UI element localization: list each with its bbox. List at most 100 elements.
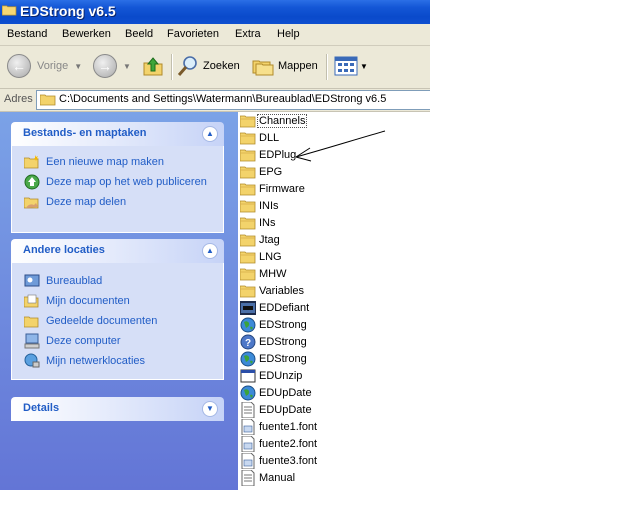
file-name: LNG — [259, 250, 282, 263]
file-name: Channels — [256, 113, 308, 128]
toolbar-separator — [326, 54, 328, 80]
file-item[interactable]: fuente2.font — [240, 435, 318, 452]
place-label: Deze computer — [46, 335, 121, 347]
file-tasks-panel: Bestands- en maptaken ▲ Een nieuwe map m… — [11, 122, 224, 233]
file-name: fuente2.font — [259, 437, 318, 450]
panel-title: Andere locaties — [23, 244, 105, 256]
file-item[interactable]: INIs — [240, 197, 280, 214]
up-folder-button[interactable] — [142, 52, 164, 80]
file-item[interactable]: Jtag — [240, 231, 281, 248]
app-globe-icon — [240, 385, 256, 401]
collapse-chevron-icon[interactable]: ▲ — [202, 243, 218, 259]
task-label: Deze map delen — [46, 196, 127, 208]
address-field[interactable]: C:\Documents and Settings\Watermann\Bure… — [36, 90, 430, 110]
menu-bestand[interactable]: Bestand — [7, 28, 47, 40]
font-file-icon — [240, 452, 256, 469]
views-dropdown-icon[interactable]: ▼ — [360, 62, 368, 71]
file-name: EDUnzip — [259, 369, 303, 382]
file-item[interactable]: LNG — [240, 248, 283, 265]
file-name: fuente1.font — [259, 420, 318, 433]
task-share-folder[interactable]: Deze map delen — [24, 194, 126, 210]
place-my-documents[interactable]: Mijn documenten — [24, 293, 130, 309]
expand-chevron-icon[interactable]: ▼ — [202, 401, 218, 417]
task-label: Deze map op het web publiceren — [46, 176, 207, 188]
file-name: MHW — [259, 267, 287, 280]
details-header[interactable]: Details ▼ — [11, 397, 224, 421]
file-name: EDUpDate — [259, 403, 312, 416]
file-name: EDStrong — [259, 318, 307, 331]
back-button[interactable]: ← Vorige ▼ — [7, 52, 82, 80]
file-item[interactable]: fuente1.font — [240, 418, 318, 435]
file-item[interactable]: INs — [240, 214, 277, 231]
menu-extra[interactable]: Extra — [235, 28, 261, 40]
menu-beeld[interactable]: Beeld — [125, 28, 153, 40]
file-name: Jtag — [259, 233, 280, 246]
file-item[interactable]: EDPlug — [240, 146, 297, 163]
file-item[interactable]: Manual — [240, 469, 296, 486]
up-folder-icon — [143, 57, 163, 76]
details-panel: Details ▼ — [11, 397, 224, 421]
file-item[interactable]: ? EDStrong — [240, 333, 308, 350]
views-button[interactable]: ▼ — [334, 52, 368, 80]
task-publish-web[interactable]: Deze map op het web publiceren — [24, 174, 207, 190]
file-item[interactable]: EPG — [240, 163, 283, 180]
forward-dropdown-icon[interactable]: ▼ — [123, 62, 131, 71]
file-item[interactable]: EDStrong — [240, 350, 308, 367]
app-globe-icon — [240, 351, 256, 367]
place-network[interactable]: Mijn netwerklocaties — [24, 353, 145, 369]
file-item[interactable]: Channels — [240, 112, 308, 129]
file-name: Firmware — [259, 182, 305, 195]
window-title: EDStrong v6.5 — [20, 3, 116, 19]
file-item[interactable]: EDUnzip — [240, 367, 303, 384]
back-dropdown-icon[interactable]: ▼ — [74, 62, 82, 71]
views-icon — [334, 56, 358, 76]
window-app-icon — [240, 368, 256, 384]
forward-button[interactable]: → ▼ — [93, 52, 131, 80]
place-desktop[interactable]: Bureaublad — [24, 273, 102, 289]
file-item[interactable]: EDStrong — [240, 316, 308, 333]
folder-icon — [240, 266, 256, 282]
place-my-computer[interactable]: Deze computer — [24, 333, 121, 349]
new-folder-icon — [24, 154, 40, 170]
search-button[interactable]: Zoeken — [177, 52, 240, 80]
menu-help[interactable]: Help — [277, 28, 300, 40]
file-item[interactable]: EDUpDate — [240, 401, 313, 418]
file-item[interactable]: fuente3.font — [240, 452, 318, 469]
file-item[interactable]: DLL — [240, 129, 280, 146]
file-name: Manual — [259, 471, 296, 484]
file-name: DLL — [259, 131, 280, 144]
forward-arrow-icon: → — [93, 54, 117, 78]
network-places-icon — [24, 353, 40, 369]
file-name: EDDefiant — [259, 301, 310, 314]
file-tasks-header[interactable]: Bestands- en maptaken ▲ — [11, 122, 224, 146]
font-file-icon — [240, 435, 256, 452]
collapse-chevron-icon[interactable]: ▲ — [202, 126, 218, 142]
place-label: Gedeelde documenten — [46, 315, 158, 327]
file-name: fuente3.font — [259, 454, 318, 467]
other-places-header[interactable]: Andere locaties ▲ — [11, 239, 224, 263]
address-path: C:\Documents and Settings\Watermann\Bure… — [59, 93, 387, 105]
panel-title: Details — [23, 402, 60, 414]
file-name: INs — [259, 216, 276, 229]
place-shared-documents[interactable]: Gedeelde documenten — [24, 313, 157, 329]
folder-icon — [240, 147, 256, 163]
folder-icon — [2, 5, 17, 16]
folder-icon — [240, 198, 256, 214]
menu-favorieten[interactable]: Favorieten — [167, 28, 219, 40]
folder-icon — [40, 94, 56, 106]
title-bar[interactable]: EDStrong v6.5 — [0, 0, 430, 24]
file-item[interactable]: Firmware — [240, 180, 306, 197]
menu-bewerken[interactable]: Bewerken — [62, 28, 111, 40]
toolbar: ← Vorige ▼ → ▼ Zoeken Mappen ▼ — [0, 46, 430, 89]
task-new-folder[interactable]: Een nieuwe map maken — [24, 154, 164, 170]
file-name: EDUpDate — [259, 386, 312, 399]
folders-button[interactable]: Mappen — [252, 52, 318, 80]
task-pane: Bestands- en maptaken ▲ Een nieuwe map m… — [0, 112, 238, 490]
file-item[interactable]: MHW — [240, 265, 288, 282]
file-item[interactable]: EDUpDate — [240, 384, 313, 401]
file-item[interactable]: Variables — [240, 282, 305, 299]
text-file-icon — [240, 401, 256, 418]
place-label: Bureaublad — [46, 275, 103, 287]
file-item[interactable]: EDDefiant — [240, 299, 310, 316]
file-name: EDStrong — [259, 352, 307, 365]
